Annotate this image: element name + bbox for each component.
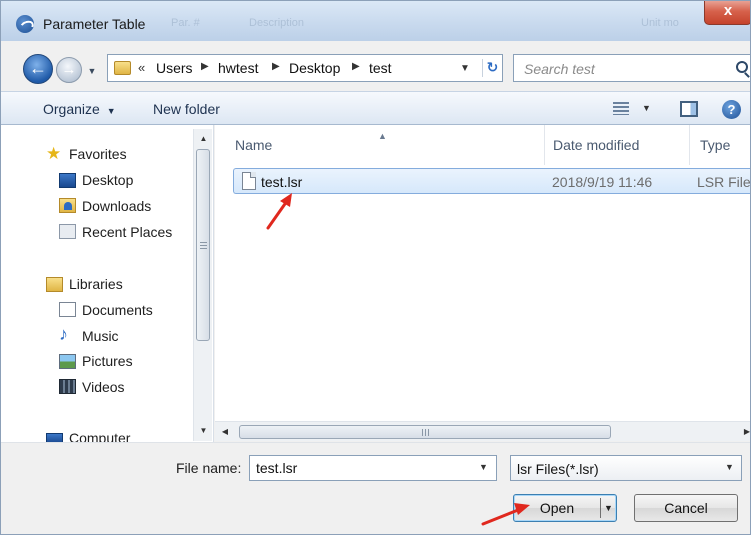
search-box[interactable] (513, 54, 750, 82)
desktop-icon (59, 173, 76, 188)
file-list-horizontal-scrollbar[interactable]: ◀ ▶ (215, 421, 750, 442)
nav-group-libraries[interactable]: Libraries (69, 276, 123, 292)
breadcrumb-overflow[interactable]: « (138, 60, 145, 75)
breadcrumb-desktop[interactable]: Desktop (289, 60, 340, 76)
breadcrumb-test[interactable]: test (369, 60, 392, 76)
preview-pane-icon[interactable] (680, 101, 698, 117)
pictures-icon (59, 354, 76, 369)
nav-item-documents[interactable]: Documents (82, 302, 153, 318)
videos-icon (59, 379, 76, 394)
search-icon[interactable] (736, 61, 748, 73)
recent-locations-dropdown[interactable]: ▼ (85, 61, 99, 81)
address-dropdown-icon[interactable]: ▼ (460, 63, 470, 74)
star-icon: ★ (46, 144, 62, 163)
search-input[interactable] (524, 61, 704, 77)
nav-item-music[interactable]: Music (82, 328, 119, 344)
background-ghost-text: Par. # (171, 17, 200, 29)
new-folder-button[interactable]: New folder (153, 101, 220, 117)
music-icon: ♪ (59, 324, 68, 344)
file-row-selected[interactable]: test.lsr 2018/9/19 11:46 LSR File (233, 168, 751, 194)
nav-item-desktop[interactable]: Desktop (82, 172, 133, 188)
navigation-pane: ★ Favorites Desktop Downloads Recent Pla… (1, 125, 214, 445)
breadcrumb-hwtest[interactable]: hwtest (218, 60, 258, 76)
nav-item-downloads[interactable]: Downloads (82, 198, 151, 214)
file-name-panel: File name: ▼ lsr Files(*.lsr) ▼ Open ▼ C… (1, 442, 750, 534)
file-list: Name ▲ Date modified Type test.lsr 2018/… (215, 125, 751, 421)
chevron-down-icon: ▼ (725, 462, 734, 472)
nav-item-recent-places[interactable]: Recent Places (82, 224, 172, 240)
file-date-modified: 2018/9/19 11:46 (552, 174, 653, 190)
scroll-thumb[interactable] (196, 149, 210, 341)
arrow-left-icon: ← (29, 58, 47, 78)
window-title: Parameter Table (43, 16, 146, 32)
sort-ascending-icon: ▲ (378, 131, 387, 141)
chevron-right-icon[interactable]: ▶ (352, 61, 360, 72)
organize-label: Organize (43, 101, 100, 117)
open-button[interactable]: Open ▼ (513, 494, 617, 522)
scroll-left-icon[interactable]: ◀ (217, 422, 233, 442)
breadcrumb-users[interactable]: Users (156, 60, 193, 76)
scroll-down-icon[interactable]: ▼ (194, 423, 213, 439)
open-button-label: Open (539, 500, 575, 516)
organize-button[interactable]: Organize ▼ (43, 101, 116, 117)
libraries-icon (46, 277, 63, 292)
file-type-select[interactable]: lsr Files(*.lsr) ▼ (510, 455, 742, 481)
scroll-right-icon[interactable]: ▶ (739, 422, 750, 442)
documents-icon (59, 302, 76, 317)
navigation-scrollbar[interactable]: ▲ ▼ (193, 129, 212, 441)
file-type: LSR File (697, 174, 751, 190)
command-toolbar: Organize ▼ New folder ▼ ? (1, 91, 750, 125)
downloads-icon (59, 198, 76, 213)
file-name-label: File name: (176, 460, 242, 476)
chevron-down-icon: ▼ (106, 106, 116, 116)
cancel-button[interactable]: Cancel (634, 494, 738, 522)
background-ghost-text: Description (249, 17, 305, 29)
folder-icon (114, 61, 131, 75)
change-view-icon[interactable] (613, 102, 629, 115)
open-file-dialog: Parameter Table Par. # Description Unit … (0, 0, 751, 535)
file-name-input[interactable] (249, 455, 497, 481)
file-name: test.lsr (261, 174, 303, 190)
app-icon (16, 15, 34, 33)
forward-button[interactable]: → (56, 57, 82, 83)
title-bar: Parameter Table Par. # Description Unit … (1, 1, 750, 41)
recent-places-icon (59, 224, 76, 239)
background-ghost-text: Unit mo (641, 17, 679, 29)
chevron-down-icon[interactable]: ▼ (479, 462, 488, 472)
close-button[interactable]: x (704, 1, 750, 25)
view-options-dropdown[interactable]: ▼ (642, 103, 651, 113)
nav-item-videos[interactable]: Videos (82, 379, 125, 395)
chevron-down-icon[interactable]: ▼ (604, 495, 613, 521)
arrow-right-icon: → (61, 61, 77, 78)
address-bar[interactable]: « Users ▶ hwtest ▶ Desktop ▶ test ▼ ↻ (107, 54, 503, 82)
chevron-right-icon[interactable]: ▶ (201, 61, 209, 72)
chevron-right-icon[interactable]: ▶ (272, 61, 280, 72)
help-icon[interactable]: ? (722, 100, 741, 119)
refresh-icon[interactable]: ↻ (482, 59, 502, 77)
column-header-date-modified[interactable]: Date modified (545, 125, 690, 165)
column-header-type[interactable]: Type (690, 125, 750, 165)
grip-icon (200, 242, 207, 250)
file-icon (242, 172, 256, 190)
nav-group-favorites[interactable]: Favorites (69, 146, 127, 162)
scroll-thumb[interactable] (239, 425, 611, 439)
back-button[interactable]: ← (23, 54, 53, 84)
scroll-up-icon[interactable]: ▲ (194, 131, 213, 147)
nav-item-pictures[interactable]: Pictures (82, 353, 133, 369)
grip-icon (422, 429, 430, 436)
split-divider (600, 498, 601, 518)
file-type-selected: lsr Files(*.lsr) (517, 461, 599, 477)
